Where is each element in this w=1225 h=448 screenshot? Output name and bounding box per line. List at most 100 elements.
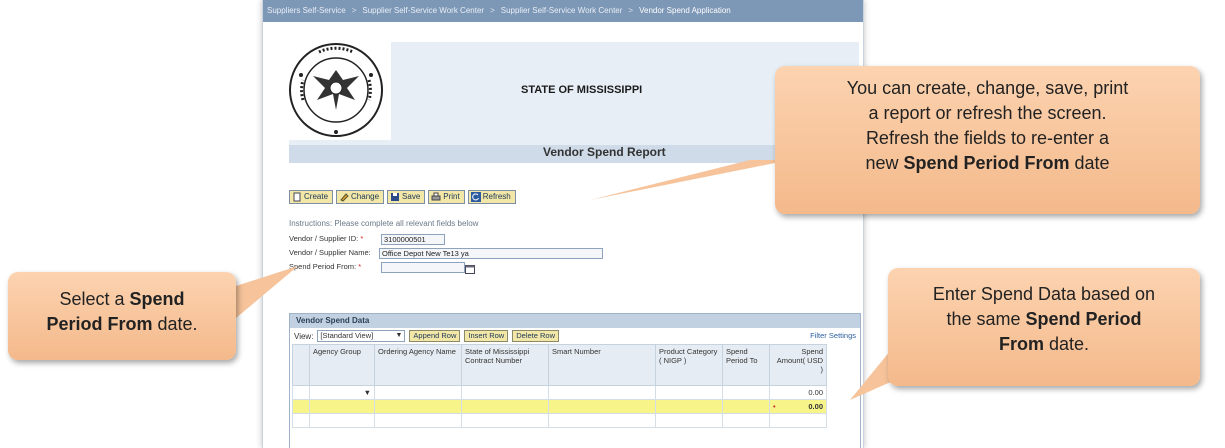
floppy-disk-icon bbox=[390, 192, 400, 202]
table-row: ▼ 0.00 bbox=[292, 385, 827, 400]
table-row bbox=[292, 413, 827, 428]
spend-amount-total-cell[interactable]: • 0.00 bbox=[769, 399, 827, 414]
chevron-down-icon: ▼ bbox=[395, 332, 403, 339]
row-selector-header[interactable] bbox=[292, 344, 310, 386]
state-title: STATE OF MISSISSIPPI bbox=[521, 84, 643, 96]
table-cell[interactable] bbox=[655, 413, 723, 428]
chevron-down-icon: ▼ bbox=[363, 388, 371, 397]
column-header[interactable]: Ordering Agency Name bbox=[374, 344, 462, 386]
spend-period-from-input[interactable] bbox=[381, 262, 465, 273]
table-row: • 0.00 bbox=[292, 399, 827, 414]
change-button[interactable]: Change bbox=[336, 190, 385, 204]
view-select[interactable]: [Standard View] ▼ bbox=[317, 330, 406, 342]
insert-row-button[interactable]: Insert Row bbox=[464, 330, 509, 342]
table-cell[interactable] bbox=[461, 413, 549, 428]
print-button[interactable]: Print bbox=[428, 190, 465, 204]
sap-screenshot: Suppliers Self-Service > Supplier Self-Ser… bbox=[262, 0, 864, 448]
callout-select-period: Select a Spend Period From date. bbox=[8, 272, 236, 360]
table-toolbar: View: [Standard View] ▼ Append Row Inser… bbox=[290, 328, 860, 344]
table-header-row: Agency Group Ordering Agency Name State … bbox=[292, 344, 827, 386]
print-label: Print bbox=[443, 192, 460, 201]
row-marker: • bbox=[773, 402, 776, 411]
calendar-icon[interactable] bbox=[465, 261, 475, 274]
callout-enter-spend-data: Enter Spend Data based on the same Spend… bbox=[888, 268, 1200, 386]
table-cell[interactable] bbox=[722, 385, 770, 400]
create-button[interactable]: Create bbox=[289, 190, 334, 204]
change-label: Change bbox=[351, 192, 380, 201]
table-cell[interactable] bbox=[655, 385, 723, 400]
breadcrumb-item-1[interactable]: Suppliers Self-Service bbox=[267, 6, 346, 15]
breadcrumb-item-current: Vendor Spend Application bbox=[639, 6, 731, 15]
callout-toolbar-help: You can create, change, save, print a re… bbox=[775, 66, 1200, 214]
instructions-text: Instructions: Please complete all releva… bbox=[289, 219, 479, 228]
table-cell[interactable] bbox=[548, 413, 656, 428]
pencil-icon bbox=[339, 192, 349, 202]
required-mark: * bbox=[358, 262, 362, 271]
table-cell[interactable] bbox=[548, 385, 656, 400]
printer-icon bbox=[431, 192, 441, 202]
breadcrumb-item-2[interactable]: Supplier Self-Service Work Center bbox=[362, 6, 484, 15]
spend-data-table: Agency Group Ordering Agency Name State … bbox=[292, 344, 827, 428]
callout-line: the same Spend Period bbox=[946, 309, 1142, 329]
vendor-name-label: Vendor / Supplier Name: bbox=[289, 248, 371, 257]
create-label: Create bbox=[304, 192, 329, 201]
breadcrumb-item-3[interactable]: Supplier Self-Service Work Center bbox=[501, 6, 623, 15]
report-title: Vendor Spend Report bbox=[543, 145, 666, 159]
callout-line: Period From date. bbox=[46, 314, 198, 334]
row-selector[interactable] bbox=[292, 385, 310, 400]
spend-amount-cell[interactable]: 0.00 bbox=[769, 385, 827, 400]
column-header[interactable]: Spend Period To bbox=[722, 344, 770, 386]
callout-line: From date. bbox=[998, 334, 1090, 354]
vendor-name-field[interactable]: Office Depot New Te13 ya bbox=[379, 248, 603, 259]
callout-pointer-1 bbox=[590, 160, 790, 200]
table-cell[interactable] bbox=[309, 413, 375, 428]
refresh-button[interactable]: Refresh bbox=[467, 190, 516, 204]
state-seal-icon bbox=[281, 40, 391, 140]
required-mark: * bbox=[360, 234, 364, 243]
toolbar: Create Change Save Print Refresh bbox=[289, 190, 516, 204]
callout-line: Select a Spend bbox=[59, 289, 185, 309]
delete-row-button[interactable]: Delete Row bbox=[512, 330, 560, 342]
table-cell[interactable] bbox=[722, 399, 770, 414]
view-select-value: [Standard View] bbox=[320, 331, 374, 340]
save-button[interactable]: Save bbox=[387, 190, 426, 204]
row-selector[interactable] bbox=[292, 399, 310, 414]
table-cell[interactable] bbox=[722, 413, 770, 428]
table-cell[interactable] bbox=[548, 399, 656, 414]
breadcrumb-separator: > bbox=[351, 6, 357, 15]
row-selector[interactable] bbox=[292, 413, 310, 428]
table-cell[interactable] bbox=[655, 399, 723, 414]
vendor-spend-data-panel: Vendor Spend Data View: [Standard View] … bbox=[289, 313, 861, 448]
breadcrumb: Suppliers Self-Service > Supplier Self-Ser… bbox=[263, 0, 863, 22]
table-cell[interactable] bbox=[374, 413, 462, 428]
column-header[interactable]: State of Mississippi Contract Number bbox=[461, 344, 549, 386]
table-cell[interactable] bbox=[374, 399, 462, 414]
callout-line: a report or refresh the screen. bbox=[868, 103, 1107, 123]
filter-settings-link[interactable]: Filter Settings bbox=[810, 331, 856, 340]
vendor-id-label: Vendor / Supplier ID: * bbox=[289, 234, 364, 243]
view-label: View: bbox=[294, 331, 314, 341]
table-cell[interactable] bbox=[461, 385, 549, 400]
callout-line: You can create, change, save, print bbox=[846, 78, 1129, 98]
table-cell[interactable] bbox=[309, 399, 375, 414]
column-header[interactable]: Product Category ( NIGP ) bbox=[655, 344, 723, 386]
vendor-id-field[interactable]: 3100000501 bbox=[381, 234, 445, 245]
refresh-label: Refresh bbox=[482, 192, 511, 201]
append-row-button[interactable]: Append Row bbox=[409, 330, 461, 342]
document-icon bbox=[292, 192, 302, 202]
save-label: Save bbox=[402, 192, 421, 201]
table-cell[interactable] bbox=[374, 385, 462, 400]
breadcrumb-separator: > bbox=[490, 6, 495, 15]
callout-pointer-2 bbox=[236, 266, 298, 318]
table-cell[interactable] bbox=[461, 399, 549, 414]
breadcrumb-separator: > bbox=[628, 6, 634, 15]
callout-line: Enter Spend Data based on bbox=[932, 284, 1156, 304]
column-header[interactable]: Agency Group bbox=[309, 344, 375, 386]
agency-group-dropdown[interactable]: ▼ bbox=[309, 385, 375, 400]
column-header[interactable]: Spend Amount( USD ) bbox=[769, 344, 827, 386]
panel-title: Vendor Spend Data bbox=[290, 314, 860, 328]
column-header[interactable]: Smart Number bbox=[548, 344, 656, 386]
spend-amount-total-value: 0.00 bbox=[808, 402, 823, 411]
table-cell[interactable] bbox=[769, 413, 827, 428]
callout-line: new Spend Period From date bbox=[865, 153, 1110, 173]
